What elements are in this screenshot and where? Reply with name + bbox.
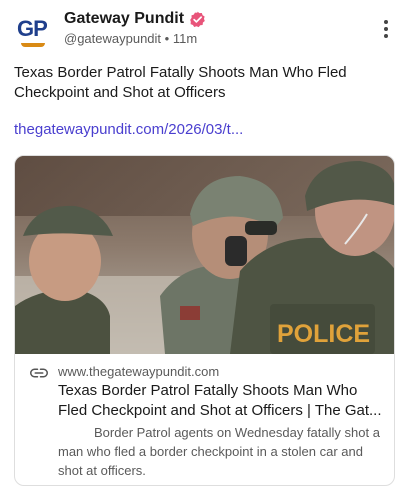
avatar[interactable]: GP [14,12,54,52]
police-patch-text: POLICE [277,320,370,348]
card-title-line: Fled Checkpoint and Shot at Officers | T… [58,402,382,419]
card-desc-line: shot at officers. [58,463,146,478]
name-row: Gateway Pundit [64,10,206,28]
more-options-icon[interactable] [383,20,389,38]
account-handle[interactable]: @gatewaypundit [64,31,161,46]
post-text-line: Checkpoint and Shot at Officers [14,84,226,101]
post-text: Texas Border Patrol Fatally Shoots Man W… [14,63,394,103]
link-preview-card[interactable]: POLICE www.thegatewaypundit.com Texas Bo… [14,155,395,486]
card-title-line: Texas Border Patrol Fatally Shoots Man W… [58,382,358,399]
post-link[interactable]: thegatewaypundit.com/2026/03/t... [14,121,243,138]
post-text-line: Texas Border Patrol Fatally Shoots Man W… [14,64,347,81]
post: GP Gateway Pundit @gatewaypundit • 11m T… [0,0,409,500]
post-meta: @gatewaypundit • 11m [64,31,197,46]
verified-badge-icon [190,11,205,27]
link-icon [30,368,48,378]
dot [384,20,388,24]
card-image[interactable]: POLICE [15,156,395,354]
post-time[interactable]: 11m [173,31,197,46]
dot [384,27,388,31]
dot [384,34,388,38]
card-body: www.thegatewaypundit.com Texas Border Pa… [15,354,394,485]
account-name[interactable]: Gateway Pundit [64,10,184,28]
card-desc-line: man who fled a border checkpoint in a st… [58,444,363,459]
card-description: Border Patrol agents on Wednesday fatall… [58,423,388,480]
meta-separator: • [164,31,170,46]
avatar-logo-text: GP [17,16,48,41]
logo-swoosh [21,43,45,47]
card-desc-line: Border Patrol agents on Wednesday fatall… [94,425,380,440]
card-title[interactable]: Texas Border Patrol Fatally Shoots Man W… [58,381,388,421]
card-domain: www.thegatewaypundit.com [58,364,220,379]
